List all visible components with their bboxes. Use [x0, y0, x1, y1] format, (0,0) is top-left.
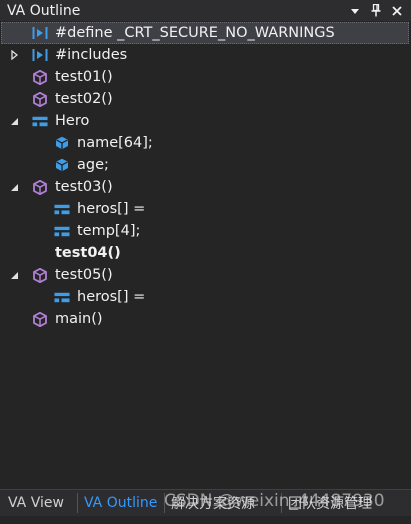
method-icon: [32, 267, 48, 283]
panel-titlebar: VA Outline: [0, 0, 411, 21]
expanded-arrow-icon[interactable]: [9, 182, 19, 192]
tree-item-label: age;: [77, 157, 109, 173]
tree-item-label: #define _CRT_SECURE_NO_WARNINGS: [55, 25, 335, 41]
tree-row[interactable]: age;: [1, 154, 409, 176]
method-icon: [32, 69, 48, 85]
tree-row[interactable]: #includes: [1, 44, 409, 66]
tree-row[interactable]: #define _CRT_SECURE_NO_WARNINGS: [1, 22, 409, 44]
method-icon: [32, 91, 48, 107]
tree-item-label: test01(): [55, 69, 113, 85]
method-icon: [32, 179, 48, 195]
tree-item-label: main(): [55, 311, 103, 327]
tree-item-label: Hero: [55, 113, 90, 129]
struct-icon: [32, 113, 48, 129]
struct-icon: [54, 289, 70, 305]
dropdown-icon[interactable]: [349, 4, 361, 18]
panel-controls: [349, 0, 403, 21]
collapsed-arrow-icon[interactable]: [9, 50, 19, 60]
struct-icon: [54, 223, 70, 239]
tree-item-label: test04(): [55, 245, 121, 261]
tree-row[interactable]: test03(): [1, 176, 409, 198]
tree-row[interactable]: Hero: [1, 110, 409, 132]
close-icon[interactable]: [391, 4, 403, 18]
va-outline-panel: VA Outline #define _CRT_SECURE_NO_WARNIN…: [0, 0, 411, 524]
tab-va-view[interactable]: VA View: [5, 490, 67, 516]
tree-row[interactable]: test02(): [1, 88, 409, 110]
field-icon: [54, 157, 70, 173]
tab-divider: [164, 493, 165, 513]
tree-row[interactable]: heros[] =: [1, 198, 409, 220]
tab-solution-explorer[interactable]: 解决方案资源: [168, 490, 258, 516]
bottom-padding: [0, 516, 411, 524]
tree-row[interactable]: test05(): [1, 264, 409, 286]
tree-item-label: #includes: [55, 47, 128, 63]
tab-va-outline[interactable]: VA Outline: [81, 490, 160, 516]
tree-row[interactable]: name[64];: [1, 132, 409, 154]
struct-icon: [54, 201, 70, 217]
tree-row[interactable]: temp[4];: [1, 220, 409, 242]
tree-item-label: name[64];: [77, 135, 153, 151]
tree-row[interactable]: heros[] =: [1, 286, 409, 308]
tree-item-label: test03(): [55, 179, 113, 195]
tree-item-label: heros[] =: [77, 201, 146, 217]
field-icon: [54, 135, 70, 151]
tree-row[interactable]: main(): [1, 308, 409, 330]
tree-row[interactable]: test04(): [1, 242, 409, 264]
tree-item-label: test05(): [55, 267, 113, 283]
tab-team-explorer[interactable]: 团队资源管理: [285, 490, 375, 516]
panel-title: VA Outline: [7, 2, 81, 19]
define-icon: [32, 47, 48, 63]
tab-divider: [281, 493, 282, 513]
tree-item-label: temp[4];: [77, 223, 141, 239]
tree-row[interactable]: test01(): [1, 66, 409, 88]
tree-item-label: test02(): [55, 91, 113, 107]
tree-item-label: heros[] =: [77, 289, 146, 305]
outline-tree: #define _CRT_SECURE_NO_WARNINGS #includes…: [1, 22, 409, 488]
tab-strip: VA View VA Outline 解决方案资源 团队资源管理: [0, 489, 411, 517]
expanded-arrow-icon[interactable]: [9, 270, 19, 280]
define-icon: [32, 25, 48, 41]
method-icon: [32, 311, 48, 327]
tab-divider: [77, 493, 78, 513]
expanded-arrow-icon[interactable]: [9, 116, 19, 126]
pin-icon[interactable]: [370, 4, 382, 18]
